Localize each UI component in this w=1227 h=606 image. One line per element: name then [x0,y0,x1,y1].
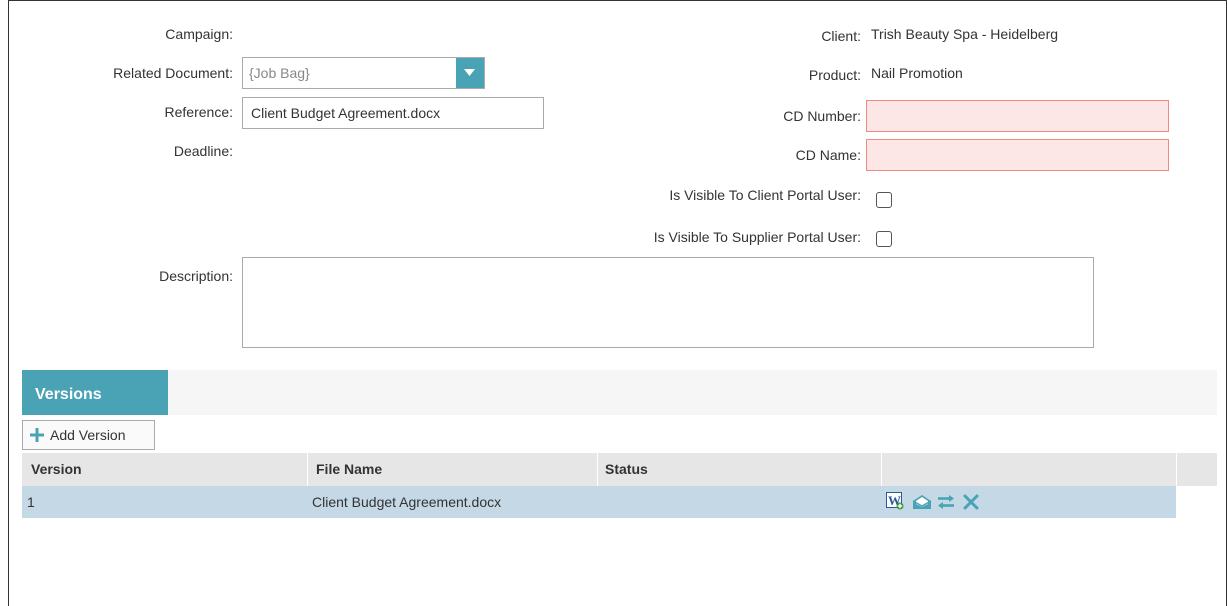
file-name-cell: Client Budget Agreement.docx [312,494,502,510]
product-value: Nail Promotion [871,65,963,81]
client-label: Client: [821,28,861,44]
description-label: Description: [159,268,233,284]
cd-number-label: CD Number: [783,108,861,124]
related-document-label: Related Document: [113,65,233,81]
column-header-file-name[interactable]: File Name [316,453,382,486]
column-header-status[interactable]: Status [605,453,648,486]
related-document-dropdown[interactable]: {Job Bag} [242,57,485,89]
column-divider [307,453,308,486]
delete-x-icon[interactable] [962,493,980,514]
visible-client-checkbox[interactable] [876,192,892,208]
column-divider [597,453,598,486]
dropdown-toggle-button[interactable] [456,58,484,88]
tab-bar [22,370,1217,415]
tab-versions[interactable]: Versions [22,370,168,415]
cd-name-label: CD Name: [795,147,861,163]
deadline-label: Deadline: [173,143,233,159]
related-document-value: {Job Bag} [249,65,310,81]
cd-number-input[interactable] [866,100,1169,132]
description-textarea[interactable] [242,257,1094,348]
cd-name-input[interactable] [866,139,1169,171]
open-envelope-icon[interactable] [912,494,932,513]
client-value: Trish Beauty Spa - Heidelberg [871,26,1059,42]
add-version-button[interactable]: Add Version [22,420,155,450]
word-document-icon[interactable]: W [886,492,904,513]
campaign-label: Campaign: [165,26,233,42]
plus-icon [30,428,44,442]
version-cell: 1 [27,494,35,510]
reference-input[interactable]: Client Budget Agreement.docx [242,97,544,129]
column-header-version[interactable]: Version [31,453,82,486]
column-divider [1176,453,1177,486]
swap-arrows-icon[interactable] [936,494,956,513]
table-row[interactable] [22,486,1176,518]
product-label: Product: [808,67,861,83]
chevron-down-icon [464,69,475,76]
reference-label: Reference: [164,104,233,120]
add-version-label: Add Version [50,427,126,443]
visible-supplier-label: Is Visible To Supplier Portal User: [653,229,861,245]
visible-client-label: Is Visible To Client Portal User: [669,187,861,203]
visible-supplier-checkbox[interactable] [876,231,892,247]
column-divider [881,453,882,486]
